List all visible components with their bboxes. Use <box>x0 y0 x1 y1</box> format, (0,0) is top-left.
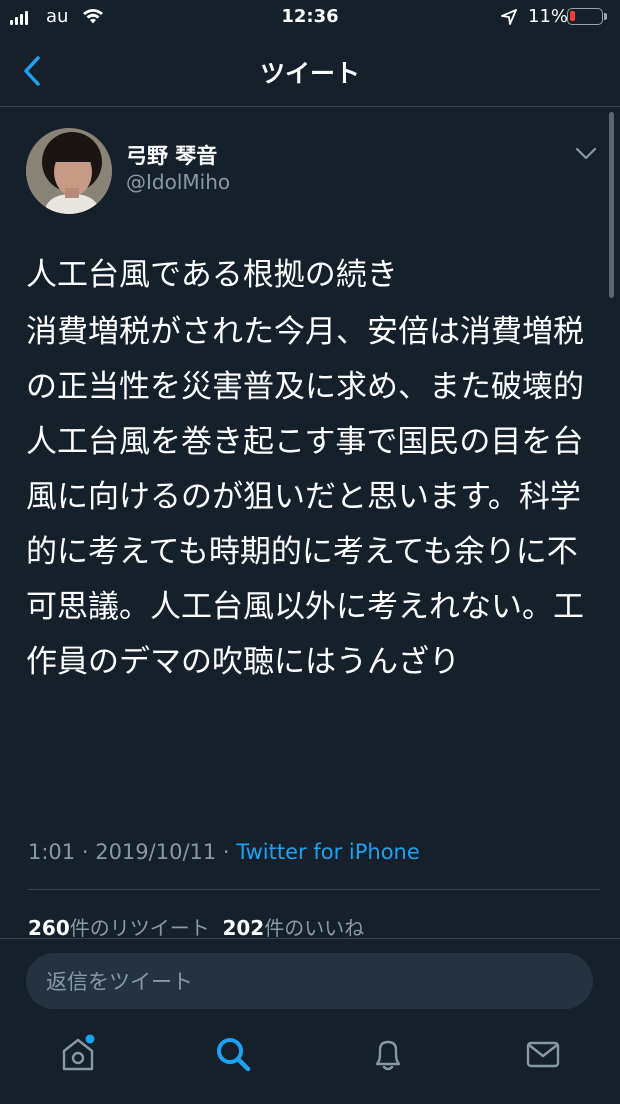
battery-tip <box>604 13 607 20</box>
location-icon <box>500 8 518 31</box>
tweet-source-link[interactable]: Twitter for iPhone <box>236 840 420 864</box>
notifications-icon[interactable] <box>368 1034 408 1074</box>
author-handle[interactable]: @IdolMiho <box>126 170 230 194</box>
tweet-paragraph: 消費増税がされた今月、安倍は消費増税の正当性を災害普及に求め、また破壊的人工台風… <box>26 314 584 680</box>
tweet-meta: 1:01 · 2019/10/11 · Twitter for iPhone <box>28 840 420 864</box>
clock: 12:36 <box>281 6 339 27</box>
meta-separator: · <box>216 840 237 864</box>
tweet-date: 2019/10/11 <box>95 840 217 864</box>
tweet-line-1: 人工台風である根拠の続き <box>26 257 398 293</box>
tweet-time: 1:01 <box>28 840 76 864</box>
avatar[interactable] <box>26 128 112 214</box>
nav-header: ツイート <box>0 36 620 107</box>
chevron-down-icon[interactable] <box>574 146 598 162</box>
like-count[interactable]: 202 <box>222 916 264 940</box>
meta-separator: · <box>75 840 96 864</box>
battery-icon <box>567 8 603 25</box>
bottom-panel: 返信をツイート <box>0 938 620 1104</box>
author-name[interactable]: 弓野 琴音 <box>126 140 217 170</box>
tweet-text: 人工台風である根拠の続き 消費増税がされた今月、安倍は消費増税の正当性を災害普及… <box>26 248 606 690</box>
status-bar: au 12:36 11% <box>0 0 620 36</box>
messages-icon[interactable] <box>523 1034 563 1074</box>
like-label[interactable]: 件のいいね <box>264 916 364 940</box>
retweet-count[interactable]: 260 <box>28 916 70 940</box>
divider <box>28 889 600 890</box>
retweet-label[interactable]: 件のリツイート <box>70 916 210 940</box>
tweet-stats: 260件のリツイート 202件のいいね <box>28 912 364 941</box>
tab-bar <box>0 1034 620 1094</box>
scrollbar[interactable] <box>609 112 614 298</box>
page-title: ツイート <box>259 59 360 88</box>
home-icon[interactable] <box>58 1034 98 1074</box>
reply-input[interactable]: 返信をツイート <box>26 953 593 1009</box>
search-icon[interactable] <box>213 1034 253 1074</box>
battery-percent: 11% <box>528 6 569 27</box>
